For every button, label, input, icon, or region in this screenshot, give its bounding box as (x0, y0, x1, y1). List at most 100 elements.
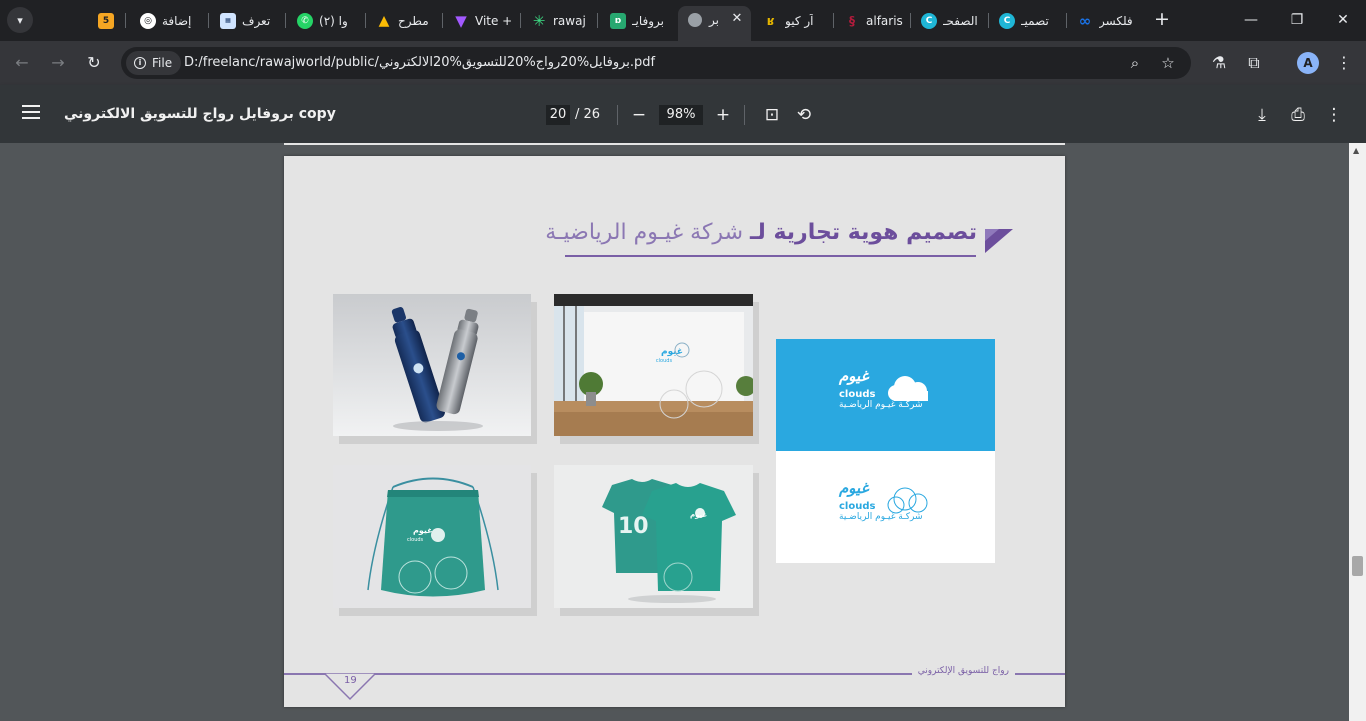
logo-blue-panel: غيوم clouds شركـة غيـوم الرياضـية (776, 339, 995, 451)
tab-taaraf[interactable]: ▦ تعرف (220, 8, 280, 33)
svg-text:clouds: clouds (656, 358, 673, 364)
logo-arabic-text: غيوم (839, 479, 869, 497)
tab-canva-page[interactable]: C الصفحـ (921, 8, 987, 33)
avatar[interactable]: A (1297, 52, 1319, 74)
tab-five[interactable]: 5 (98, 8, 120, 33)
tab-strip: ▾ 5 ◎ إضافة ▦ تعرف ✆ (٢) وا ▲ مطرح ▼ Vit… (0, 0, 1366, 41)
site-info-label: File (152, 56, 173, 70)
spark-icon: ✳ (532, 11, 546, 30)
sidebar-menu-icon[interactable] (22, 105, 40, 119)
viewer-scrollbar[interactable]: ▲ (1349, 143, 1366, 721)
tab-search-button[interactable]: ▾ (7, 7, 33, 33)
drive-icon: ▲ (378, 12, 390, 29)
tab-whatsapp[interactable]: ✆ (٢) وا (297, 8, 365, 33)
zoom-level-input[interactable]: 98% (659, 105, 703, 125)
close-tab-icon[interactable]: ✕ (729, 11, 745, 27)
globe-icon (688, 13, 702, 27)
scroll-thumb[interactable] (1352, 556, 1363, 576)
browser-menu-icon[interactable]: ⋮ (1333, 52, 1355, 74)
bottles-mockup-image (333, 294, 537, 444)
rq-icon: ʁ (767, 13, 775, 28)
whatsapp-icon: ✆ (297, 12, 313, 29)
tab-vite[interactable]: ▼ Vite + (453, 8, 515, 33)
office-wall-mockup-image: غيوم clouds (554, 294, 759, 444)
page-number-input[interactable]: 20 (546, 105, 570, 125)
tab-separator (520, 13, 521, 28)
print-icon[interactable]: ⎙ (1287, 104, 1309, 126)
doc-icon: ɒ (610, 12, 626, 29)
url-text[interactable]: D:/freelanc/rawajworld/public/بروفايل%20… (184, 55, 655, 70)
tab-separator (285, 13, 286, 28)
infinity-icon: ∞ (1078, 11, 1092, 30)
jersey-number: 10 (618, 514, 649, 539)
fit-page-icon[interactable]: ⊡ (761, 104, 783, 126)
zoom-out-icon[interactable]: − (628, 104, 650, 126)
close-window-button[interactable]: ✕ (1320, 0, 1366, 40)
zoom-in-icon[interactable]: + (712, 104, 734, 126)
jersey-mockup-image: 10 غيوم (554, 465, 759, 616)
previous-page-edge (284, 143, 1065, 145)
pdf-page: تصميم هوية تجارية لـ شركة غيـوم الرياضيـ… (284, 156, 1065, 707)
tab-label: فلكسر (1099, 13, 1133, 28)
pdf-toolbar: بروفايل رواج للتسويق الالكتروني copy 20 … (0, 85, 1366, 143)
address-bar[interactable]: i File D:/freelanc/rawajworld/public/برو… (121, 47, 1191, 79)
tab-separator (442, 13, 443, 28)
tab-label: مطرح (398, 13, 429, 28)
zoom-icon[interactable]: ⌕ (1125, 53, 1145, 73)
page-total: / 26 (575, 107, 601, 122)
reload-button[interactable]: ↻ (82, 51, 106, 75)
tab-label: آر كيو (785, 13, 814, 28)
tab-canva-design[interactable]: C تصميـ (999, 8, 1065, 33)
tab-label: (٢) وا (319, 13, 348, 28)
logo-latin-text: clouds (839, 389, 876, 400)
extensions-icon[interactable]: ⧉ (1243, 52, 1265, 74)
back-button[interactable]: ← (10, 51, 34, 75)
tab-label: الصفحـ (943, 13, 978, 28)
tab-alfaris[interactable]: § alfaris (844, 8, 906, 33)
restore-button[interactable]: ❐ (1274, 0, 1320, 40)
bookmark-star-icon[interactable]: ☆ (1158, 53, 1178, 73)
scroll-up-arrow-icon[interactable]: ▲ (1353, 146, 1359, 155)
tab-label: rawaj (553, 13, 586, 28)
logo-tagline: شركـة غيـوم الرياضـية (839, 400, 923, 410)
tab-rawaj[interactable]: ✳ rawaj (531, 8, 591, 33)
svg-text:غيوم: غيوم (413, 526, 433, 535)
tab-rq[interactable]: ʁ آر كيو (763, 8, 833, 33)
logo-arabic-text: غيوم (839, 367, 869, 385)
drawstring-bag-mockup-image: غيوم clouds (333, 465, 537, 616)
document-title: بروفايل رواج للتسويق الالكتروني copy (64, 106, 336, 122)
minimize-button[interactable]: — (1228, 0, 1274, 40)
tab-separator (125, 13, 126, 28)
tab-separator (1066, 13, 1067, 28)
new-tab-button[interactable]: + (1151, 9, 1173, 31)
tab-separator (910, 13, 911, 28)
forward-button[interactable]: → (46, 51, 70, 75)
download-icon[interactable]: ⤓ (1251, 104, 1273, 126)
rotate-icon[interactable]: ⟲ (793, 104, 815, 126)
tab-flexer[interactable]: ∞ فلكسر (1077, 8, 1143, 33)
info-icon: i (134, 57, 146, 69)
tab-active[interactable]: بر ✕ (678, 6, 751, 41)
page-footer-number: 19 (344, 675, 357, 686)
tab-profile[interactable]: ɒ بروفايـ (610, 8, 670, 33)
heading-underline (565, 255, 976, 257)
heading-flag-icon (985, 229, 1013, 253)
logo-card: غيوم clouds شركـة غيـوم الرياضـية غيوم c… (776, 339, 995, 563)
five-icon: 5 (98, 12, 114, 29)
logo-tagline: شركـة غيـوم الرياضـية (839, 512, 923, 522)
site-info-chip[interactable]: i File (126, 51, 182, 75)
tab-label: alfaris (866, 13, 903, 28)
canva-icon: C (921, 12, 937, 29)
extension-pin-icon[interactable]: ⚗ (1208, 52, 1230, 74)
pdf-viewer[interactable]: تصميم هوية تجارية لـ شركة غيـوم الرياضيـ… (0, 143, 1366, 721)
tab-drive[interactable]: ▲ مطرح (376, 8, 436, 33)
logo-latin-text: clouds (839, 501, 876, 512)
pdf-more-icon[interactable]: ⋮ (1323, 104, 1345, 126)
chatgpt-icon: ◎ (140, 12, 156, 29)
logo-white-panel: غيوم clouds شركـة غيـوم الرياضـية (776, 451, 995, 563)
tab-chatgpt[interactable]: ◎ إضافة (140, 8, 215, 33)
svg-text:غيوم: غيوم (661, 347, 683, 357)
tab-separator (365, 13, 366, 28)
page-footer-text: رواج للتسويق الإلكتروني (911, 666, 1015, 676)
toolbar-divider (617, 105, 618, 125)
